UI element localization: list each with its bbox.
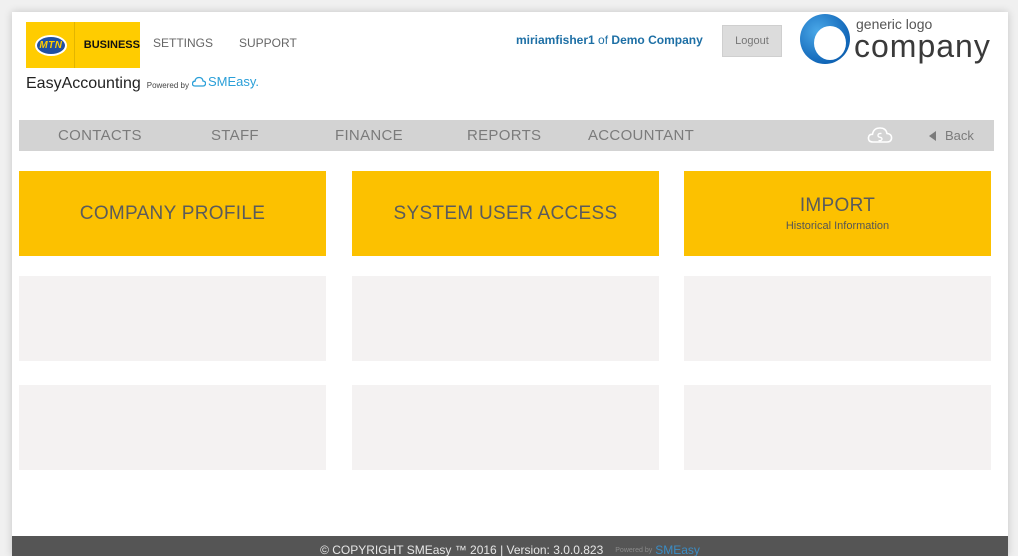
tile-title: IMPORT xyxy=(799,195,876,216)
smeasy-cloud-icon xyxy=(191,76,206,87)
tile-company-profile[interactable]: COMPANY PROFILE xyxy=(19,171,326,256)
nav-staff[interactable]: STAFF xyxy=(211,127,259,144)
tile-title: SYSTEM USER ACCESS xyxy=(393,202,618,224)
app-title: EasyAccounting Powered by SMEasy. xyxy=(26,74,259,93)
nav-finance[interactable]: FINANCE xyxy=(335,127,403,144)
empty-tile xyxy=(352,276,659,361)
cloud-icon[interactable] xyxy=(867,125,893,150)
tile-system-user-access[interactable]: SYSTEM USER ACCESS xyxy=(352,171,659,256)
app-frame: MTN BUSINESS SETTINGS SUPPORT EasyAccoun… xyxy=(12,12,1008,556)
footer-smeasy-logo: SMEasy xyxy=(655,543,700,556)
empty-tile xyxy=(19,385,326,470)
main-nav: CONTACTS STAFF FINANCE REPORTS ACCOUNTAN… xyxy=(19,120,994,151)
powered-by-label: Powered by xyxy=(146,80,189,90)
of-label: of xyxy=(598,33,609,47)
settings-link[interactable]: SETTINGS xyxy=(153,36,213,50)
empty-tile xyxy=(352,385,659,470)
smeasy-label: SMEasy. xyxy=(207,74,260,89)
company-logo-cutout xyxy=(814,26,846,60)
username: miriamfisher1 xyxy=(516,33,595,47)
nav-reports[interactable]: REPORTS xyxy=(467,127,541,144)
app-name: EasyAccounting xyxy=(26,74,141,92)
logo-company-text: company xyxy=(854,28,991,64)
business-label: BUSINESS xyxy=(83,39,140,51)
smeasy-logo: SMEasy. xyxy=(191,74,260,89)
footer: © COPYRIGHT SMEasy ™ 2016 | Version: 3.0… xyxy=(12,536,1008,556)
logo-divider xyxy=(73,22,75,68)
copyright-text: © COPYRIGHT SMEasy ™ 2016 | Version: 3.0… xyxy=(320,543,604,556)
tile-title: COMPANY PROFILE xyxy=(79,202,266,224)
back-label: Back xyxy=(945,128,974,143)
footer-powered-by: Powered by xyxy=(615,547,653,554)
empty-tile xyxy=(684,385,991,470)
tile-subtitle: Historical Information xyxy=(785,220,890,232)
nav-accountant[interactable]: ACCOUNTANT xyxy=(588,127,694,144)
user-info: miriamfisher1 of Demo Company xyxy=(516,33,703,47)
empty-tile xyxy=(19,276,326,361)
company-logo: generic logo company xyxy=(800,14,1006,72)
back-arrow-icon xyxy=(929,130,936,141)
support-link[interactable]: SUPPORT xyxy=(239,36,297,50)
mtn-logo-icon: MTN xyxy=(35,34,67,56)
mtn-business-logo[interactable]: MTN BUSINESS xyxy=(26,22,140,68)
empty-tile xyxy=(684,276,991,361)
nav-contacts[interactable]: CONTACTS xyxy=(58,127,142,144)
back-button[interactable]: Back xyxy=(929,128,974,143)
company-name: Demo Company xyxy=(611,33,703,47)
logout-button[interactable]: Logout xyxy=(722,25,782,57)
tile-import[interactable]: IMPORT Historical Information xyxy=(684,171,991,256)
